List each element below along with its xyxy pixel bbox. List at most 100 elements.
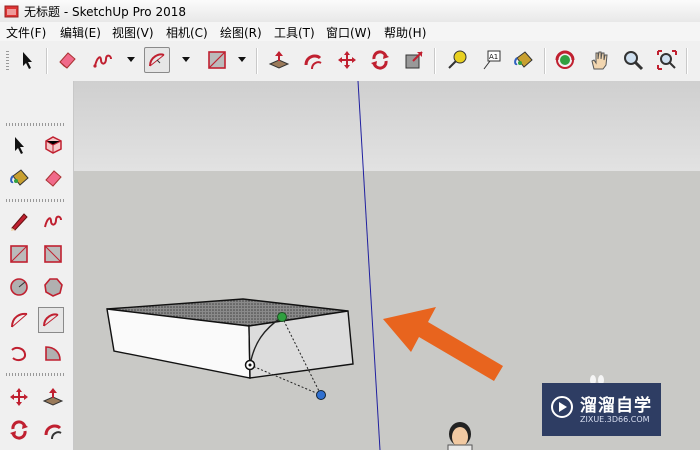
pan-hand-icon: [591, 51, 608, 70]
follow-me-tool-button[interactable]: [300, 47, 326, 73]
line-tool-button[interactable]: [6, 208, 32, 234]
menu-help[interactable]: 帮助(H): [384, 24, 426, 41]
menu-bar: 文件(F) 编辑(E) 视图(V) 相机(C) 绘图(R) 工具(T) 窗口(W…: [0, 22, 700, 42]
eraser-tool-button[interactable]: [54, 47, 80, 73]
select-tool-button[interactable]: [14, 47, 40, 73]
freehand-icon: [44, 215, 62, 228]
two-point-arc-tool-button[interactable]: [38, 307, 64, 333]
sketchup-logo-icon: [4, 5, 19, 18]
tape-measure-icon: [448, 50, 467, 69]
select-arrow-icon: [15, 137, 24, 154]
play-logo-icon: [551, 396, 573, 418]
eraser-icon: [45, 170, 62, 187]
push-pull-tool-button[interactable]: [266, 47, 292, 73]
toolbar-separator: [434, 48, 436, 74]
watermark-url: ZIXUE.3D66.COM: [580, 415, 650, 424]
arc-icon: [149, 53, 165, 67]
scale-tool-button[interactable]: [401, 47, 427, 73]
rectangle-tool-button[interactable]: [204, 47, 230, 73]
left-select-tool-button[interactable]: [6, 132, 32, 158]
arc-tool-button[interactable]: [144, 47, 170, 73]
move-icon: [10, 388, 28, 406]
paint-bucket-tool-button[interactable]: [510, 47, 536, 73]
rotated-rectangle-tool-button[interactable]: [40, 241, 66, 267]
polygon-icon: [44, 278, 63, 297]
toolbar-grip[interactable]: [6, 51, 9, 71]
two-point-arc-icon: [43, 313, 59, 327]
menu-camera[interactable]: 相机(C): [166, 24, 208, 41]
main-toolbar: A1: [0, 41, 700, 82]
left-toolbar-grip[interactable]: [6, 123, 64, 126]
menu-file[interactable]: 文件(F): [6, 24, 46, 41]
rectangle-icon: [208, 51, 226, 69]
orbit-icon: [555, 50, 575, 69]
menu-tools[interactable]: 工具(T): [274, 24, 315, 41]
component-icon: [45, 136, 62, 154]
left-toolbar-grip[interactable]: [6, 373, 64, 376]
circle-tool-button[interactable]: [6, 274, 32, 300]
left-toolbar: [0, 81, 74, 450]
scale-icon: [405, 51, 423, 69]
zoom-extents-icon: [657, 50, 677, 70]
text-tool-button[interactable]: A1: [478, 47, 504, 73]
arc-dropdown-icon[interactable]: [181, 53, 191, 65]
menu-draw[interactable]: 绘图(R): [220, 24, 262, 41]
left-arc-tool-button[interactable]: [6, 307, 32, 333]
zoom-extents-tool-button[interactable]: [654, 47, 680, 73]
rotated-rectangle-icon: [44, 245, 62, 263]
make-component-tool-button[interactable]: [40, 132, 66, 158]
tape-measure-tool-button[interactable]: [444, 47, 470, 73]
orbit-tool-button[interactable]: [552, 47, 578, 73]
toolbar-separator: [544, 48, 546, 74]
eraser-icon: [59, 52, 76, 69]
pie-icon: [45, 346, 61, 361]
polygon-tool-button[interactable]: [40, 274, 66, 300]
rotate-tool-button[interactable]: [367, 47, 393, 73]
three-point-arc-icon: [11, 346, 27, 362]
watermark-name: 溜溜自学: [580, 396, 652, 416]
magnifier-icon: [624, 51, 644, 71]
menu-view[interactable]: 视图(V): [112, 24, 154, 41]
toolbar-separator: [686, 48, 688, 74]
toolbar-separator: [46, 48, 48, 74]
left-rectangle-tool-button[interactable]: [6, 241, 32, 267]
arc-bulge-point[interactable]: [316, 390, 326, 400]
text-label-icon: A1: [483, 50, 501, 70]
circle-icon: [10, 278, 28, 296]
zoom-tool-button[interactable]: [620, 47, 646, 73]
three-point-arc-tool-button[interactable]: [6, 340, 32, 366]
select-arrow-icon: [23, 52, 32, 69]
sky: [74, 81, 700, 171]
pie-tool-button[interactable]: [40, 340, 66, 366]
move-tool-button[interactable]: [334, 47, 360, 73]
move-icon: [338, 51, 356, 69]
title-bar: 无标题 - SketchUp Pro 2018: [0, 0, 700, 23]
menu-edit[interactable]: 编辑(E): [60, 24, 101, 41]
left-push-pull-tool-button[interactable]: [40, 384, 66, 410]
follow-me-icon: [304, 54, 322, 70]
left-rotate-tool-button[interactable]: [6, 417, 32, 443]
left-toolbar-grip[interactable]: [6, 199, 64, 202]
left-move-tool-button[interactable]: [6, 384, 32, 410]
push-pull-icon: [42, 388, 64, 406]
left-paint-bucket-tool-button[interactable]: [6, 165, 32, 191]
freehand-icon: [93, 54, 112, 68]
freehand-tool-button[interactable]: [90, 47, 116, 73]
paint-bucket-icon: [10, 169, 29, 186]
pan-tool-button[interactable]: [586, 47, 612, 73]
watermark-badge: 溜溜自学 ZIXUE.3D66.COM: [542, 383, 661, 436]
arc-icon: [11, 312, 28, 328]
rotate-icon: [10, 420, 28, 440]
rectangle-dropdown-icon[interactable]: [237, 53, 247, 65]
rectangle-icon: [10, 245, 28, 263]
left-freehand-tool-button[interactable]: [40, 208, 66, 234]
paint-bucket-icon: [514, 51, 533, 68]
freehand-dropdown-icon[interactable]: [126, 53, 136, 65]
left-eraser-tool-button[interactable]: [40, 165, 66, 191]
pencil-icon: [11, 213, 28, 231]
arc-endpoint-green[interactable]: [277, 312, 287, 322]
toolbar-separator: [256, 48, 258, 74]
rotate-icon: [371, 50, 389, 70]
menu-window[interactable]: 窗口(W): [326, 24, 371, 41]
left-follow-me-tool-button[interactable]: [40, 417, 66, 443]
